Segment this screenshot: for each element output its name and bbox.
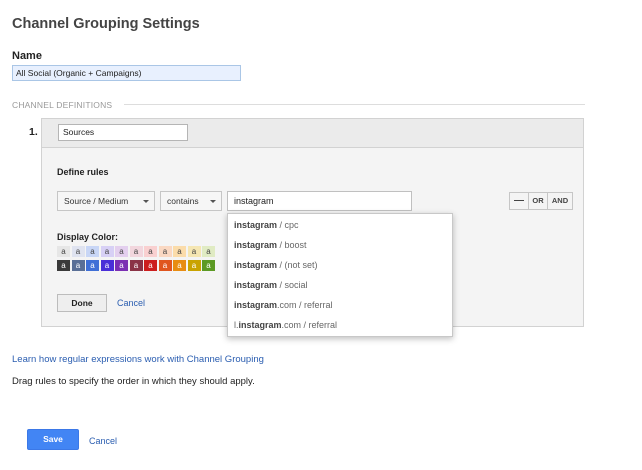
color-swatch[interactable]: a [173, 246, 186, 257]
color-swatch[interactable]: a [71, 260, 85, 271]
display-color-label: Display Color: [57, 232, 119, 242]
name-label: Name [12, 50, 42, 62]
autocomplete-item[interactable]: instagram / social [228, 275, 452, 295]
color-swatch[interactable]: a [86, 260, 99, 271]
color-swatch[interactable]: a [115, 246, 128, 257]
color-swatch[interactable]: a [187, 260, 201, 271]
color-swatch[interactable]: a [100, 246, 114, 257]
channel-name-input[interactable]: Sources [58, 124, 188, 141]
rule-logic-buttons: — OR AND [509, 192, 573, 210]
chevron-down-icon [210, 200, 216, 203]
color-swatch[interactable]: a [158, 246, 172, 257]
color-swatch[interactable]: a [129, 246, 143, 257]
cancel-link[interactable]: Cancel [89, 436, 117, 446]
color-swatch[interactable]: a [202, 260, 215, 271]
operator-dropdown[interactable]: contains [160, 191, 222, 211]
define-rules-label: Define rules [57, 167, 109, 177]
operator-value: contains [167, 196, 199, 206]
learn-regex-link[interactable]: Learn how regular expressions work with … [12, 354, 264, 365]
autocomplete-menu: instagram / cpc instagram / boost instag… [227, 213, 453, 337]
color-swatch[interactable]: a [173, 260, 186, 271]
color-swatch[interactable]: a [144, 246, 157, 257]
done-button[interactable]: Done [57, 294, 107, 312]
dimension-value: Source / Medium [64, 196, 129, 206]
autocomplete-item[interactable]: instagram / (not set) [228, 255, 452, 275]
channel-cancel-link[interactable]: Cancel [117, 298, 145, 308]
dimension-dropdown[interactable]: Source / Medium [57, 191, 155, 211]
remove-rule-button[interactable]: — [509, 192, 529, 210]
autocomplete-item[interactable]: instagram / boost [228, 235, 452, 255]
color-swatch[interactable]: a [129, 260, 143, 271]
drag-hint-text: Drag rules to specify the order in which… [12, 376, 255, 387]
color-swatch[interactable]: a [86, 246, 99, 257]
color-swatch[interactable]: a [115, 260, 128, 271]
page-title: Channel Grouping Settings [12, 16, 200, 32]
match-value-input[interactable]: instagram [227, 191, 412, 211]
color-swatch[interactable]: a [71, 246, 85, 257]
color-swatch[interactable]: a [158, 260, 172, 271]
or-button[interactable]: OR [528, 192, 548, 210]
color-swatch[interactable]: a [202, 246, 215, 257]
grouping-name-input[interactable]: All Social (Organic + Campaigns) [12, 65, 241, 81]
autocomplete-item[interactable]: instagram.com / referral [228, 295, 452, 315]
color-swatch[interactable]: a [187, 246, 201, 257]
color-swatch[interactable]: a [57, 260, 70, 271]
color-swatch[interactable]: a [144, 260, 157, 271]
autocomplete-item[interactable]: l.instagram.com / referral [228, 315, 452, 335]
color-swatch[interactable]: a [57, 246, 70, 257]
section-divider [124, 104, 585, 105]
and-button[interactable]: AND [547, 192, 573, 210]
chevron-down-icon [143, 200, 149, 203]
channel-number: 1. [29, 126, 38, 138]
channel-definitions-heading: CHANNEL DEFINITIONS [12, 100, 113, 110]
autocomplete-item[interactable]: instagram / cpc [228, 215, 452, 235]
color-swatch[interactable]: a [100, 260, 114, 271]
save-button[interactable]: Save [27, 429, 79, 450]
